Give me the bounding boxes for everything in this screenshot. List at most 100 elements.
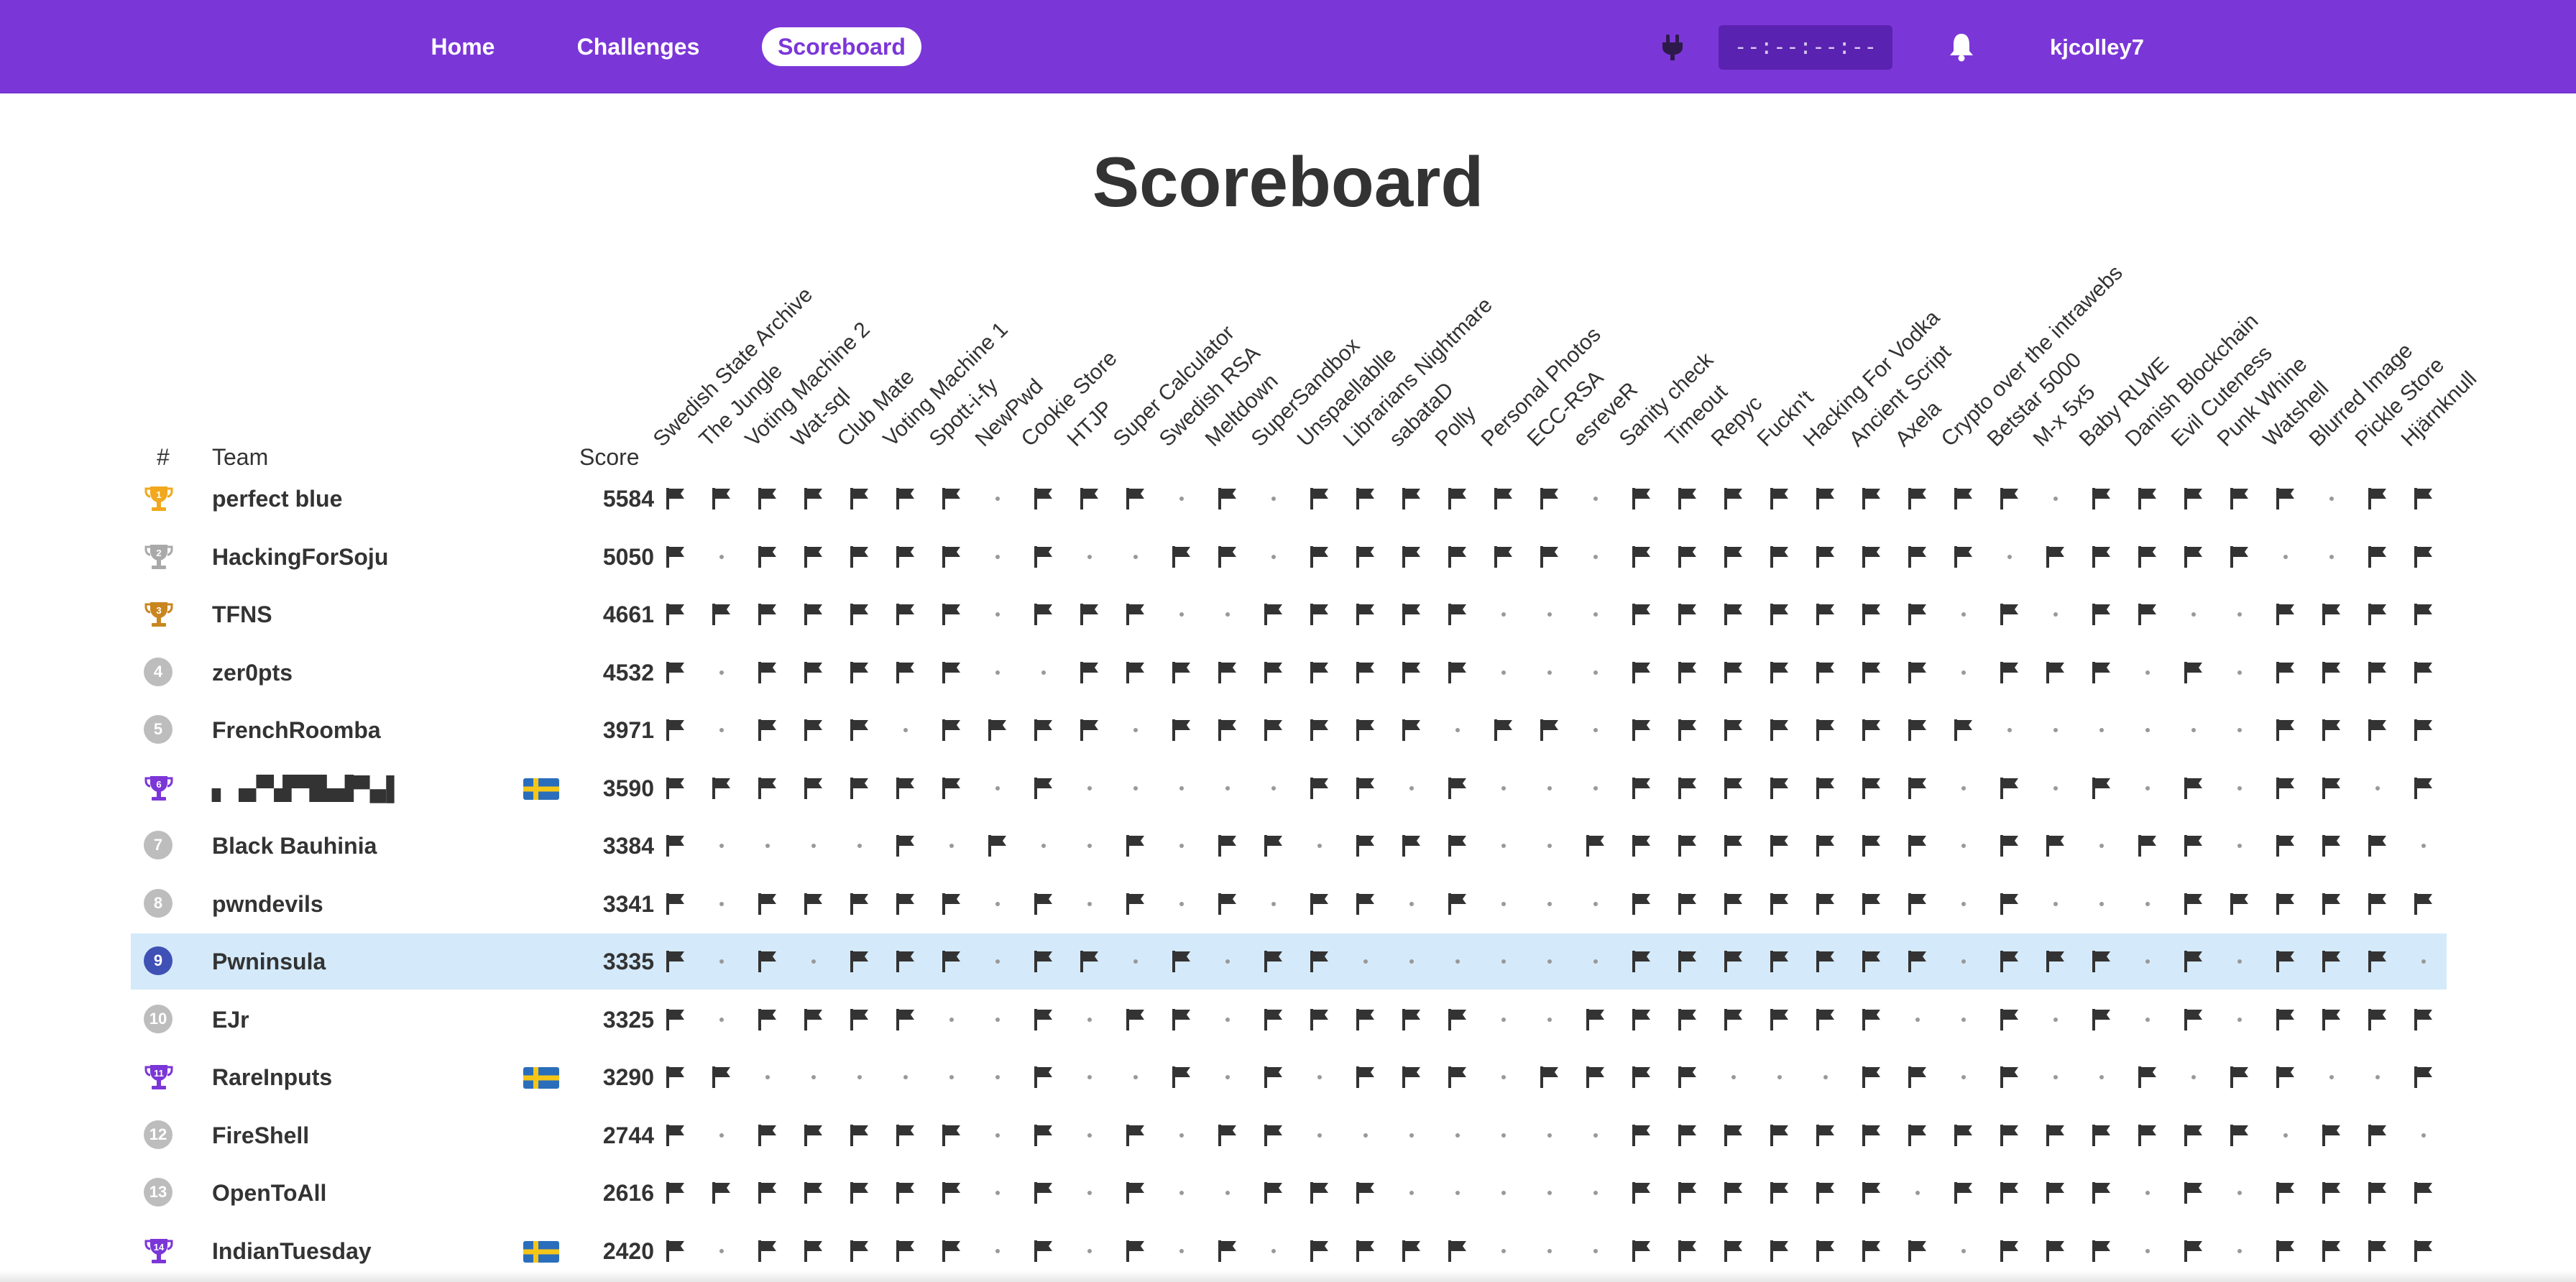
solved-flag-icon	[1712, 876, 1755, 932]
solved-flag-icon	[2172, 760, 2215, 816]
dot-icon	[2145, 728, 2150, 732]
table-row[interactable]: 12 FireShell 2744	[131, 1107, 2447, 1163]
unsolved-dot	[1206, 760, 1249, 816]
solved-flag-icon	[930, 760, 973, 816]
solved-flag-icon	[2080, 645, 2123, 701]
team-name-link[interactable]: ▖▗▞▚▛▜▙▟▀▄▌	[212, 760, 402, 816]
dot-icon	[1317, 1075, 1322, 1079]
unsolved-dot	[976, 933, 1019, 990]
table-row[interactable]: 2 HackingForSoju 5050	[131, 529, 2447, 585]
solved-flag-icon	[1712, 933, 1755, 990]
table-row[interactable]: 8 pwndevils 3341	[131, 876, 2447, 932]
nav-challenges-link[interactable]: Challenges	[568, 27, 709, 66]
solved-flag-icon	[1436, 586, 1479, 642]
table-row[interactable]: 10 EJr 3325	[131, 992, 2447, 1048]
solved-flag-icon	[2264, 645, 2307, 701]
dot-icon	[1501, 901, 1506, 906]
rank-badge: 7	[144, 831, 174, 861]
team-name-link[interactable]: HackingForSoju	[212, 529, 388, 585]
nav-scoreboard-link[interactable]: Scoreboard	[762, 27, 921, 66]
solved-flag-icon	[1298, 471, 1341, 527]
table-row[interactable]: 5 FrenchRoomba 3971	[131, 702, 2447, 758]
solved-flag-icon	[930, 645, 973, 701]
solved-flag-icon	[1942, 1107, 1985, 1163]
solved-flag-icon	[1068, 933, 1111, 990]
rank-number: 4	[144, 657, 172, 686]
solved-flag-icon	[746, 1107, 789, 1163]
solved-flag-icon	[1850, 1165, 1893, 1221]
solved-flag-icon	[838, 702, 881, 758]
dot-icon	[1317, 844, 1322, 848]
dot-icon	[2007, 728, 2012, 732]
solved-flag-icon	[1022, 702, 1065, 758]
table-row[interactable]: 9 Pwninsula 3335	[131, 933, 2447, 990]
table-row[interactable]: 13 OpenToAll 2616	[131, 1165, 2447, 1221]
solved-flag-icon	[2356, 471, 2399, 527]
dot-icon	[1455, 959, 1460, 964]
team-name-link[interactable]: Black Bauhinia	[212, 818, 377, 874]
table-row[interactable]: 4 zer0pts 4532	[131, 645, 2447, 701]
unsolved-dot	[1252, 471, 1295, 527]
solved-flag-icon	[1896, 1107, 1939, 1163]
plug-icon[interactable]	[1660, 33, 1685, 65]
unsolved-dot	[2034, 586, 2077, 642]
solved-flag-icon	[1252, 1049, 1295, 1105]
solved-flag-icon	[2356, 586, 2399, 642]
table-row[interactable]: 3 TFNS 4661	[131, 586, 2447, 642]
unsolved-dot	[976, 1049, 1019, 1105]
team-name-link[interactable]: FireShell	[212, 1107, 309, 1163]
solved-flag-icon	[1252, 1107, 1295, 1163]
dot-icon	[2099, 901, 2104, 906]
solved-flag-icon	[700, 1165, 743, 1221]
solved-flag-icon	[1620, 1049, 1663, 1105]
team-name-link[interactable]: perfect blue	[212, 471, 342, 527]
solved-flag-icon	[2080, 529, 2123, 585]
table-row[interactable]: 7 Black Bauhinia 3384	[131, 818, 2447, 874]
username-menu[interactable]: kjcolley7	[2050, 30, 2144, 65]
table-row[interactable]: 11 RareInputs 3290	[131, 1049, 2447, 1105]
team-name-link[interactable]: zer0pts	[212, 645, 293, 701]
table-row[interactable]: 6 ▖▗▞▚▛▜▙▟▀▄▌ 3590	[131, 760, 2447, 816]
solved-flag-icon	[1482, 529, 1525, 585]
solved-flag-icon	[838, 645, 881, 701]
solved-flag-icon	[700, 586, 743, 642]
team-name-link[interactable]: EJr	[212, 992, 249, 1048]
unsolved-dot	[838, 818, 881, 874]
dot-icon	[2329, 1075, 2334, 1079]
unsolved-dot	[2218, 645, 2261, 701]
score-column-header[interactable]: Score	[579, 444, 640, 471]
dot-icon	[995, 497, 1000, 501]
rank-number: 13	[144, 1178, 172, 1207]
bell-icon[interactable]	[1948, 32, 1975, 65]
dot-icon	[2145, 1248, 2150, 1253]
team-name-link[interactable]: OpenToAll	[212, 1165, 326, 1221]
unsolved-dot	[1114, 1049, 1157, 1105]
unsolved-dot	[700, 645, 743, 701]
dot-icon	[1593, 728, 1598, 732]
team-name-link[interactable]: RareInputs	[212, 1049, 332, 1105]
nav-home-link[interactable]: Home	[420, 27, 506, 66]
unsolved-dot	[792, 818, 835, 874]
solved-flag-icon	[1436, 876, 1479, 932]
team-name-link[interactable]: FrenchRoomba	[212, 702, 381, 758]
unsolved-dot	[1482, 933, 1525, 990]
dot-icon	[995, 1191, 1000, 1195]
solved-flag-icon	[2218, 1107, 2261, 1163]
team-name-link[interactable]: TFNS	[212, 586, 272, 642]
team-name-link[interactable]: Pwninsula	[212, 933, 326, 990]
solved-flag-icon	[654, 471, 697, 527]
solved-flag-icon	[1896, 818, 1939, 874]
table-row[interactable]: 1 perfect blue 5584	[131, 471, 2447, 527]
dot-icon	[2145, 901, 2150, 906]
unsolved-dot	[1942, 760, 1985, 816]
dot-icon	[1179, 844, 1184, 848]
team-name-link[interactable]: pwndevils	[212, 876, 323, 932]
unsolved-dot	[1436, 933, 1479, 990]
dot-icon	[2421, 844, 2426, 848]
solved-flag-icon	[884, 471, 927, 527]
dot-icon	[1225, 1017, 1230, 1022]
unsolved-dot	[1160, 1107, 1203, 1163]
dot-icon	[1501, 959, 1506, 964]
svg-text:11: 11	[154, 1068, 164, 1079]
unsolved-dot	[1160, 876, 1203, 932]
